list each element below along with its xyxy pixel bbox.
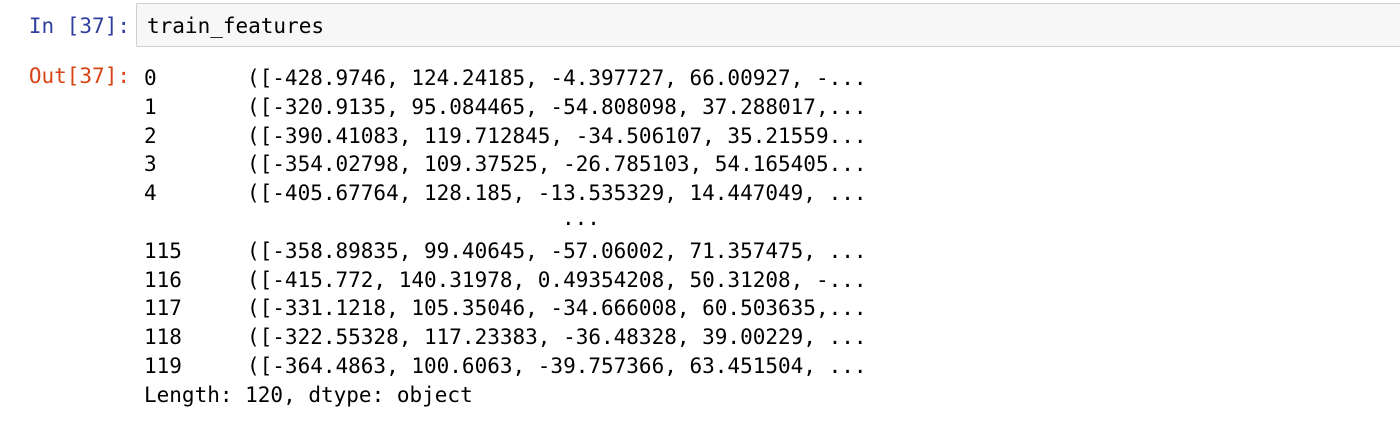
row-value: ([-415.772, 140.31978, 0.49354208, 50.31… (247, 267, 867, 292)
output-prompt: Out[37]: (28, 64, 130, 88)
truncation-ellipsis: ... (562, 205, 600, 230)
row-index: 119 (144, 353, 182, 378)
row-index: 2 (144, 123, 157, 148)
row-index: 1 (144, 94, 157, 119)
row-value: ([-390.41083, 119.712845, -34.506107, 35… (247, 123, 867, 148)
output-row: 115 ([-358.89835, 99.40645, -57.06002, 7… (144, 237, 1384, 266)
output-row: 4 ([-405.67764, 128.185, -13.535329, 14.… (144, 179, 1384, 208)
input-prompt: In [37]: (28, 14, 130, 38)
row-index: 3 (144, 152, 157, 177)
row-index: 115 (144, 238, 182, 263)
notebook-cell: In [37]: train_features Out[37]: 0 ([-42… (0, 0, 1400, 431)
output-row: 3 ([-354.02798, 109.37525, -26.785103, 5… (144, 150, 1384, 179)
series-summary: Length: 120, dtype: object (144, 382, 473, 407)
output-row: 0 ([-428.9746, 124.24185, -4.397727, 66.… (144, 64, 1384, 93)
output-row: 1 ([-320.9135, 95.084465, -54.808098, 37… (144, 93, 1384, 122)
truncation-ellipsis-row: ... (144, 206, 1384, 237)
output-row: 118 ([-322.55328, 117.23383, -36.48328, … (144, 323, 1384, 352)
output-row: 119 ([-364.4863, 100.6063, -39.757366, 6… (144, 352, 1384, 381)
row-value: ([-428.9746, 124.24185, -4.397727, 66.00… (247, 66, 867, 90)
row-value: ([-354.02798, 109.37525, -26.785103, 54.… (247, 152, 867, 177)
row-index: 117 (144, 296, 182, 321)
row-value: ([-331.1218, 105.35046, -34.666008, 60.5… (247, 296, 867, 321)
row-value: ([-364.4863, 100.6063, -39.757366, 63.45… (247, 353, 867, 378)
code-input-text: train_features (147, 14, 325, 38)
output-area: 0 ([-428.9746, 124.24185, -4.397727, 66.… (144, 64, 1384, 410)
row-value: ([-320.9135, 95.084465, -54.808098, 37.2… (247, 94, 867, 119)
row-index: 116 (144, 267, 182, 292)
row-index: 0 (144, 66, 157, 90)
row-value: ([-322.55328, 117.23383, -36.48328, 39.0… (247, 325, 867, 350)
row-index: 118 (144, 325, 182, 350)
row-index: 4 (144, 181, 157, 206)
row-value: ([-358.89835, 99.40645, -57.06002, 71.35… (247, 238, 867, 263)
output-row: 116 ([-415.772, 140.31978, 0.49354208, 5… (144, 266, 1384, 295)
output-row: 117 ([-331.1218, 105.35046, -34.666008, … (144, 294, 1384, 323)
output-row: 2 ([-390.41083, 119.712845, -34.506107, … (144, 122, 1384, 151)
code-input-area[interactable]: train_features (136, 3, 1400, 47)
row-value: ([-405.67764, 128.185, -13.535329, 14.44… (247, 181, 867, 206)
